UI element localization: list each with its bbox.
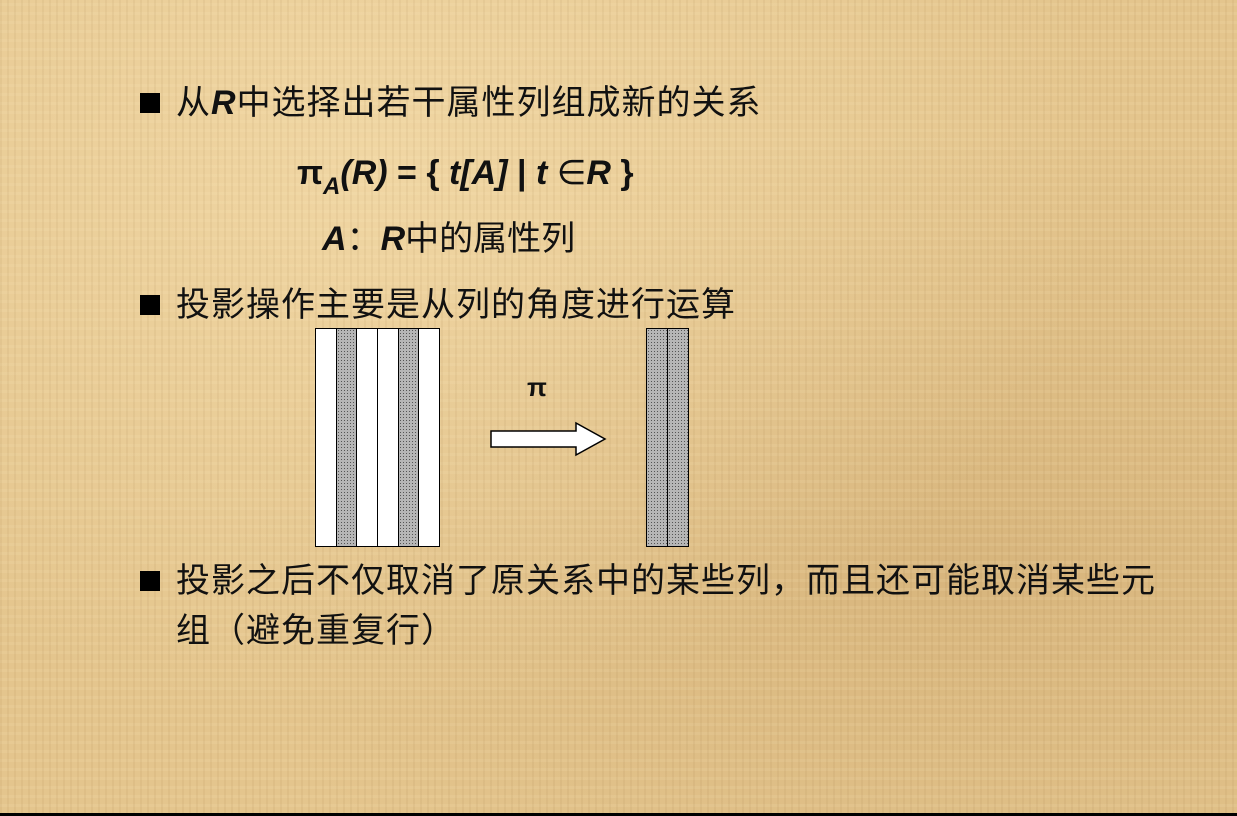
relation-column-dotted xyxy=(668,329,688,546)
formula-open-brace: = { xyxy=(387,154,450,192)
bullet-3-text: 投影之后不仅取消了原关系中的某些列，而且还可能取消某些元组（避免重复行） xyxy=(176,561,1156,651)
bullet-2-text: 投影操作主要是从列的角度进行运算 xyxy=(176,285,736,325)
formula-argument: (R) xyxy=(340,154,388,192)
square-bullet-icon xyxy=(140,93,160,113)
relation-column-dotted xyxy=(398,329,420,546)
relation-column-plain xyxy=(378,329,399,546)
square-bullet-icon xyxy=(140,295,160,315)
bullet-2: 投影操作主要是从列的角度进行运算 xyxy=(140,280,1166,330)
formula-pi: π xyxy=(297,154,324,192)
formula-close-brace: } xyxy=(610,154,634,192)
bullet-3: 投影之后不仅取消了原关系中的某些列，而且还可能取消某些元组（避免重复行） xyxy=(140,556,1166,656)
projection-operator-label: π xyxy=(527,372,547,402)
bullet-1: 从R中选择出若干属性列组成新的关系 xyxy=(140,78,1166,128)
relation-column-plain xyxy=(357,329,379,546)
relation-column-plain xyxy=(316,329,337,546)
square-bullet-icon xyxy=(140,571,160,591)
relation-column-plain xyxy=(419,329,440,546)
relation-column-dotted xyxy=(647,329,668,546)
projection-formula: πA(R) = { t[A] | t ∈R } xyxy=(297,150,634,210)
relation-column-dotted xyxy=(336,329,358,546)
formula-element-of: ∈ xyxy=(547,154,587,192)
slide: 从R中选择出若干属性列组成新的关系 πA(R) = { t[A] | t ∈R … xyxy=(0,0,1237,816)
attr-def-rest: 中的属性列 xyxy=(405,219,576,259)
formula-subscript: A xyxy=(323,173,341,200)
bullet-1-prefix: 从 xyxy=(176,83,211,123)
result-relation-diagram xyxy=(646,328,689,547)
formula-r: R xyxy=(586,154,611,192)
source-relation-diagram xyxy=(315,328,440,547)
attr-def-colon: ： xyxy=(346,219,381,259)
bullet-1-suffix: 中选择出若干属性列组成新的关系 xyxy=(236,83,762,123)
bullet-1-text: 从R中选择出若干属性列组成新的关系 xyxy=(176,78,1166,128)
attr-def-r: R xyxy=(380,220,406,258)
projection-arrow-icon xyxy=(490,421,607,457)
attr-def-a: A xyxy=(322,220,347,258)
formula-t2: t xyxy=(535,154,548,192)
formula-t: t xyxy=(449,154,461,192)
attribute-definition: A：R中的属性列 xyxy=(322,214,575,264)
relation-symbol-r: R xyxy=(211,84,237,122)
formula-bracket-a: [A] xyxy=(460,154,508,192)
formula-bar: | xyxy=(507,154,536,192)
